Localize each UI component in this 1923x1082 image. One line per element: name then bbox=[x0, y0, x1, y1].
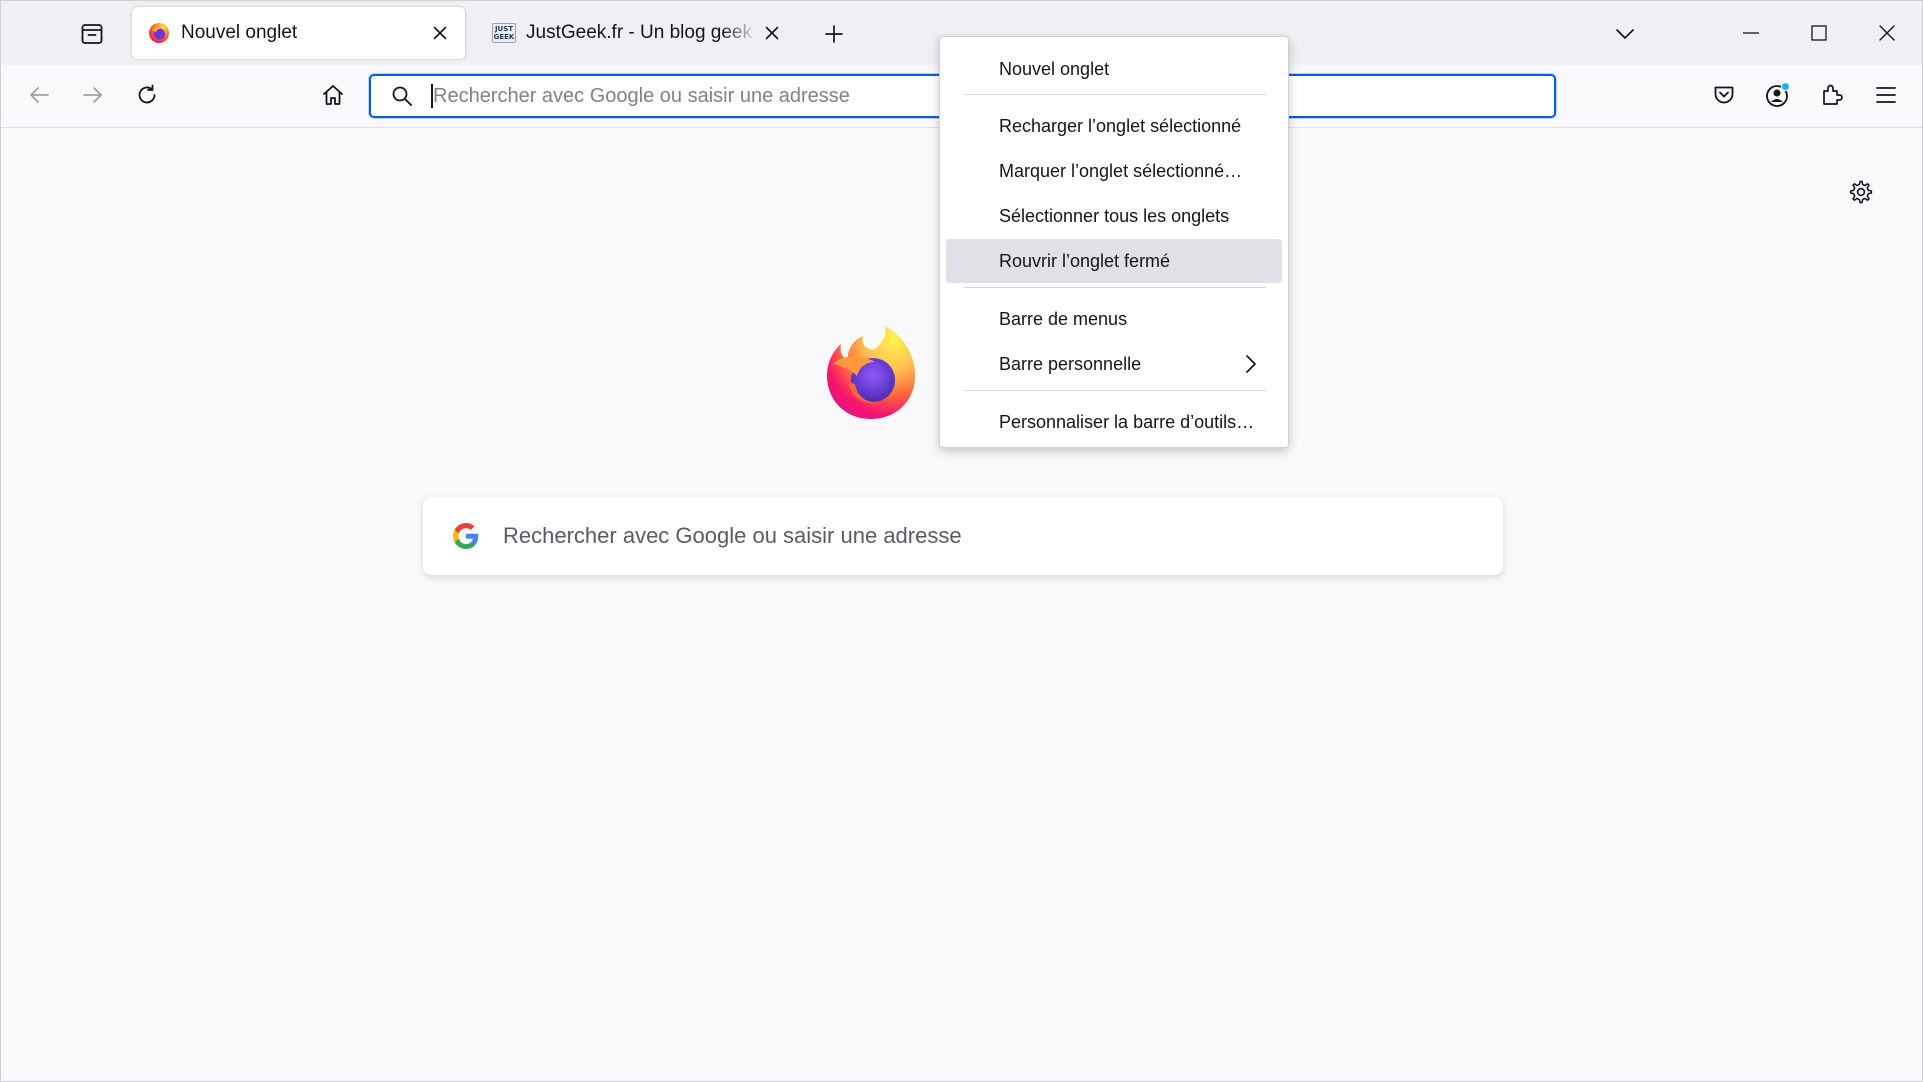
extensions-button[interactable] bbox=[1812, 75, 1852, 115]
tab-title: JustGeek.fr - Un blog geek et high-tech bbox=[526, 22, 757, 43]
chevron-down-icon bbox=[1616, 29, 1634, 39]
back-arrow-icon bbox=[30, 87, 49, 103]
firefox-logo bbox=[821, 324, 921, 424]
browser-window: Nouvel onglet JUST GEEK JustGeek.fr - Un… bbox=[0, 0, 1923, 1082]
forward-button[interactable] bbox=[73, 75, 113, 115]
list-all-tabs-button[interactable] bbox=[1605, 15, 1645, 53]
menu-item-reload-tab[interactable]: Recharger l’onglet sélectionné bbox=[946, 104, 1282, 148]
google-g-icon bbox=[453, 523, 479, 549]
reload-icon bbox=[138, 84, 156, 104]
menu-separator bbox=[964, 390, 1266, 391]
maximize-button[interactable] bbox=[1794, 11, 1844, 55]
menu-item-label: Barre de menus bbox=[999, 308, 1128, 329]
close-tab-button[interactable] bbox=[757, 18, 787, 48]
menu-separator bbox=[964, 94, 1266, 95]
minimize-icon bbox=[1743, 32, 1759, 34]
firefox-favicon-icon bbox=[147, 21, 171, 45]
menu-item-bookmarks-toolbar[interactable]: Barre personnelle bbox=[946, 342, 1282, 386]
home-button[interactable] bbox=[313, 75, 353, 115]
account-icon bbox=[1766, 82, 1791, 107]
menu-item-label: Recharger l’onglet sélectionné bbox=[999, 115, 1242, 136]
tab-justgeek[interactable]: JUST GEEK JustGeek.fr - Un blog geek et … bbox=[477, 7, 797, 59]
menu-item-label: Nouvel onglet bbox=[999, 58, 1110, 79]
newtab-search-box[interactable]: Rechercher avec Google ou saisir une adr… bbox=[423, 497, 1503, 575]
firefox-view-icon bbox=[81, 24, 103, 44]
close-icon bbox=[1879, 25, 1895, 41]
new-tab-button[interactable] bbox=[814, 15, 854, 53]
favicon-text: JUST GEEK bbox=[492, 23, 516, 43]
pocket-button[interactable] bbox=[1704, 75, 1744, 115]
menu-item-customize-toolbar[interactable]: Personnaliser la barre d’outils… bbox=[946, 400, 1282, 444]
menu-item-menu-bar[interactable]: Barre de menus bbox=[946, 297, 1282, 341]
reload-button[interactable] bbox=[127, 75, 167, 115]
back-button[interactable] bbox=[19, 75, 59, 115]
hamburger-menu-icon bbox=[1876, 87, 1896, 103]
newtab-search-placeholder: Rechercher avec Google ou saisir une adr… bbox=[503, 523, 962, 548]
minimize-button[interactable] bbox=[1726, 11, 1776, 55]
search-icon bbox=[389, 83, 415, 109]
personalize-button[interactable] bbox=[1841, 172, 1881, 212]
menu-item-label: Barre personnelle bbox=[999, 353, 1142, 374]
account-button[interactable] bbox=[1758, 75, 1798, 115]
menu-separator bbox=[964, 287, 1266, 288]
close-icon bbox=[433, 26, 447, 40]
plus-icon bbox=[825, 25, 843, 43]
pocket-icon bbox=[1714, 86, 1734, 104]
extensions-icon bbox=[1823, 84, 1843, 105]
tab-title: Nouvel onglet bbox=[181, 22, 298, 43]
tab-context-menu: Nouvel onglet Recharger l’onglet sélecti… bbox=[939, 36, 1289, 448]
menu-item-new-tab[interactable]: Nouvel onglet bbox=[946, 47, 1282, 91]
window-close-button[interactable] bbox=[1862, 11, 1912, 55]
menu-item-select-all-tabs[interactable]: Sélectionner tous les onglets bbox=[946, 194, 1282, 238]
firefox-view-button[interactable] bbox=[71, 15, 113, 53]
close-tab-button[interactable] bbox=[425, 18, 455, 48]
tab-nouvel-onglet[interactable]: Nouvel onglet bbox=[132, 7, 465, 59]
home-icon bbox=[323, 85, 343, 105]
menu-item-label: Personnaliser la barre d’outils… bbox=[999, 411, 1255, 432]
menu-item-label: Sélectionner tous les onglets bbox=[999, 205, 1230, 226]
maximize-icon bbox=[1811, 25, 1827, 41]
chevron-right-icon bbox=[1240, 353, 1262, 375]
forward-arrow-icon bbox=[83, 87, 102, 103]
close-icon bbox=[765, 26, 779, 40]
menu-item-label: Marquer l’onglet sélectionné… bbox=[999, 160, 1243, 181]
app-menu-button[interactable] bbox=[1866, 75, 1906, 115]
gear-icon bbox=[1849, 180, 1873, 204]
menu-item-reopen-closed-tab[interactable]: Rouvrir l’onglet fermé bbox=[946, 239, 1282, 283]
menu-item-label: Rouvrir l’onglet fermé bbox=[999, 250, 1171, 271]
justgeek-favicon-icon: JUST GEEK bbox=[492, 21, 516, 45]
menu-item-bookmark-tab[interactable]: Marquer l’onglet sélectionné… bbox=[946, 149, 1282, 193]
